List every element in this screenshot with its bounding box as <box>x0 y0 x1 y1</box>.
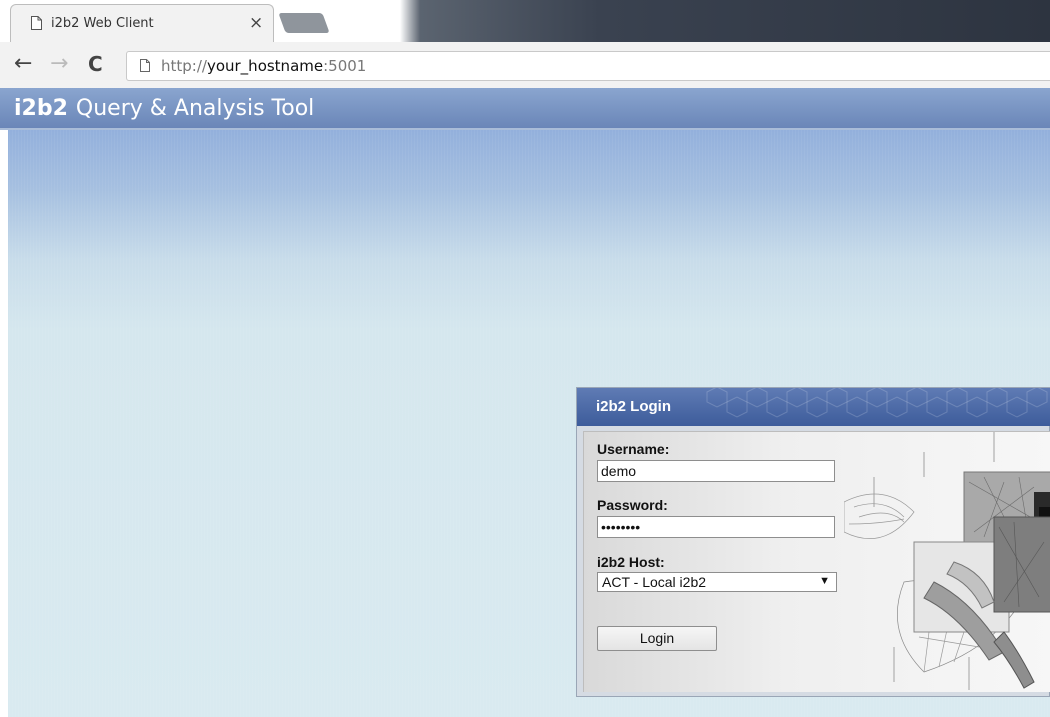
new-tab-button[interactable] <box>278 13 330 33</box>
left-margin <box>0 130 8 717</box>
page-icon <box>140 59 150 72</box>
reload-icon[interactable]: C <box>88 52 103 76</box>
close-tab-icon[interactable]: × <box>249 13 263 33</box>
url-text: http://your_hostname:5001 <box>161 57 366 75</box>
tab-title: i2b2 Web Client <box>51 16 154 31</box>
app-brand: i2b2 Query & Analysis Tool <box>14 96 314 121</box>
back-arrow-icon[interactable]: ← <box>14 52 32 76</box>
username-label: Username: <box>597 441 670 457</box>
login-body: Username: Password: i2b2 Host: ACT - Loc… <box>583 431 1050 692</box>
address-bar[interactable]: http://your_hostname:5001 <box>126 51 1050 81</box>
dropdown-arrow-icon: ▼ <box>819 575 830 587</box>
browser-tabstrip: i2b2 Web Client × <box>0 0 1050 43</box>
app-logo-text: i2b2 <box>14 96 68 121</box>
biomedical-artwork <box>844 432 1050 690</box>
app-title: Query & Analysis Tool <box>75 96 315 121</box>
browser-tab[interactable]: i2b2 Web Client × <box>10 4 274 43</box>
password-label: Password: <box>597 497 668 513</box>
login-panel: i2b2 Login Username: demo Password: i2b2… <box>576 387 1050 697</box>
url-scheme: http:// <box>161 57 207 75</box>
login-button[interactable]: Login <box>597 626 717 651</box>
app-header: i2b2 Query & Analysis Tool <box>0 88 1050 130</box>
browser-toolbar: ← → C http://your_hostname:5001 <box>0 42 1050 89</box>
forward-arrow-icon[interactable]: → <box>50 52 68 76</box>
login-title: i2b2 Login <box>596 398 671 415</box>
host-selected-value: ACT - Local i2b2 <box>602 574 707 590</box>
url-port: :5001 <box>323 57 367 75</box>
host-label: i2b2 Host: <box>597 554 665 570</box>
page-icon <box>31 16 42 30</box>
login-titlebar: i2b2 Login <box>577 388 1050 426</box>
password-field[interactable] <box>597 516 835 538</box>
url-host: your_hostname <box>206 57 324 75</box>
host-select[interactable]: ACT - Local i2b2 ▼ <box>597 572 837 592</box>
username-field[interactable] <box>597 460 835 482</box>
